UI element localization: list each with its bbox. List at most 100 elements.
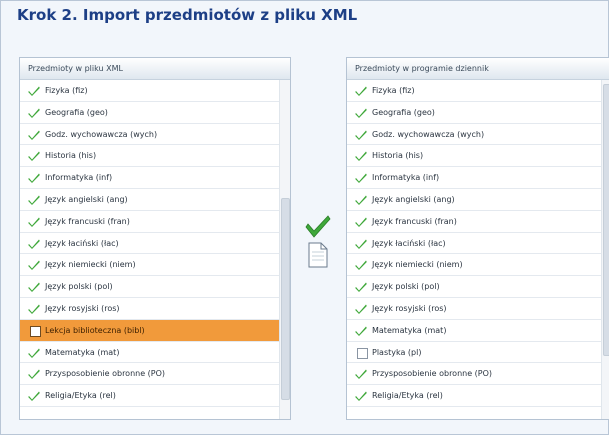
unchecked-box-icon[interactable]	[30, 325, 41, 337]
subject-list-item[interactable]: Przysposobienie obronne (PO)	[20, 363, 290, 386]
checkmark-icon	[355, 130, 367, 140]
subject-list-item[interactable]: Historia (his)	[20, 145, 290, 168]
checkmark-icon	[28, 348, 40, 358]
subject-label: Godz. wychowawcza (wych)	[45, 129, 158, 139]
subject-label: Przysposobienie obronne (PO)	[45, 369, 166, 379]
subject-list-item[interactable]: Język francuski (fran)	[347, 211, 609, 233]
checkmark-icon	[355, 369, 367, 380]
subject-list-item[interactable]: Godz. wychowawcza (wych)	[347, 124, 609, 146]
checkmark-icon	[355, 217, 367, 227]
subject-label: Matematyka (mat)	[372, 325, 447, 335]
import-dialog: Krok 2. Import przedmiotów z pliku XML P…	[0, 0, 609, 435]
subject-list-item[interactable]: Język łaciński (łac)	[20, 233, 290, 255]
checkmark-icon	[305, 215, 331, 238]
checkmark-icon	[28, 130, 40, 140]
subject-label: Informatyka (inf)	[45, 173, 113, 183]
subject-label: Fizyka (fiz)	[45, 86, 88, 95]
subject-label: Lekcja biblioteczna (bibl)	[45, 325, 145, 335]
subject-label: Język łaciński (łac)	[372, 238, 446, 248]
subject-list-item[interactable]: Język polski (pol)	[347, 276, 609, 298]
program-subjects-panel: Przedmioty w programie dziennik Fizyka (…	[346, 57, 609, 420]
subject-list-item[interactable]: Religia/Etyka (rel)	[347, 385, 609, 407]
subject-list-item[interactable]: Język łaciński (łac)	[347, 233, 609, 255]
subject-label: Informatyka (inf)	[372, 173, 440, 183]
step-title: Krok 2. Import przedmiotów z pliku XML	[17, 6, 358, 24]
xml-subjects-header: Przedmioty w pliku XML	[20, 58, 290, 80]
unchecked-box-icon[interactable]	[357, 347, 368, 359]
subject-label: Przysposobienie obronne (PO)	[372, 369, 493, 379]
checkmark-icon	[28, 217, 40, 227]
subject-label: Język francuski (fran)	[372, 216, 457, 226]
subject-list-item[interactable]: Geografia (geo)	[20, 102, 290, 124]
program-subjects-scrollbar[interactable]	[601, 80, 609, 419]
subject-label: Fizyka (fiz)	[372, 86, 415, 95]
checkmark-icon	[28, 282, 40, 293]
checkmark-icon	[355, 391, 367, 402]
subject-list-item[interactable]: Religia/Etyka (rel)	[20, 385, 290, 407]
program-subjects-header: Przedmioty w programie dziennik	[347, 58, 609, 80]
checkmark-icon	[28, 391, 40, 402]
checkmark-icon	[355, 282, 367, 293]
subject-label: Język angielski (ang)	[45, 194, 128, 204]
scrollbar-thumb[interactable]	[603, 84, 609, 356]
checkmark-icon	[355, 326, 367, 336]
subject-label: Godz. wychowawcza (wych)	[372, 129, 485, 139]
program-subjects-list: Fizyka (fiz) Geografia (geo) Godz. wychowa…	[347, 80, 609, 407]
subject-label: Język polski (pol)	[45, 282, 113, 292]
subject-list-item[interactable]: Język rosyjski (ros)	[20, 298, 290, 320]
subject-list-item[interactable]: Matematyka (mat)	[20, 342, 290, 364]
subject-label: Geografia (geo)	[372, 107, 435, 117]
match-indicator	[303, 212, 333, 272]
subject-label: Język łaciński (łac)	[45, 238, 119, 248]
checkmark-icon	[355, 108, 367, 118]
xml-subjects-panel: Przedmioty w pliku XML Fizyka (fiz) Geogr…	[19, 57, 291, 420]
subject-label: Historia (his)	[372, 151, 424, 161]
subject-list-item[interactable]: Język polski (pol)	[20, 276, 290, 298]
subject-list-item[interactable]: Język francuski (fran)	[20, 211, 290, 233]
subject-list-item[interactable]: Historia (his)	[347, 145, 609, 168]
subject-label: Język niemiecki (niem)	[45, 260, 136, 270]
xml-subjects-list: Fizyka (fiz) Geografia (geo) Godz. wychowa…	[20, 80, 290, 407]
checkmark-icon	[28, 304, 40, 314]
subject-label: Plastyka (pl)	[372, 347, 422, 357]
checkmark-icon	[28, 151, 40, 162]
subject-label: Język francuski (fran)	[45, 216, 130, 226]
checkmark-icon	[28, 173, 40, 184]
subject-list-item[interactable]: Język niemiecki (niem)	[347, 254, 609, 277]
subject-list-item[interactable]: Lekcja biblioteczna (bibl)	[20, 319, 290, 342]
subject-list-item[interactable]: Plastyka (pl)	[347, 342, 609, 364]
subject-label: Język rosyjski (ros)	[372, 303, 447, 313]
subject-list-item[interactable]: Język angielski (ang)	[347, 189, 609, 211]
subject-label: Matematyka (mat)	[45, 347, 120, 357]
checkmark-icon	[355, 304, 367, 314]
checkmark-icon	[28, 260, 40, 271]
subject-list-item[interactable]: Matematyka (mat)	[347, 320, 609, 342]
checkmark-icon	[355, 195, 367, 205]
checkmark-icon	[28, 369, 40, 380]
subject-list-item[interactable]: Informatyka (inf)	[347, 167, 609, 189]
checkmark-icon	[28, 108, 40, 118]
scrollbar-thumb[interactable]	[281, 198, 290, 400]
document-icon	[308, 242, 328, 268]
subject-list-item[interactable]: Przysposobienie obronne (PO)	[347, 363, 609, 386]
subject-list-item[interactable]: Fizyka (fiz)	[20, 80, 290, 102]
subject-label: Religia/Etyka (rel)	[372, 391, 443, 401]
subject-list-item[interactable]: Godz. wychowawcza (wych)	[20, 124, 290, 146]
subject-list-item[interactable]: Geografia (geo)	[347, 102, 609, 124]
checkmark-icon	[28, 195, 40, 205]
subject-list-item[interactable]: Język rosyjski (ros)	[347, 298, 609, 320]
subject-label: Język rosyjski (ros)	[45, 303, 120, 313]
subject-label: Język angielski (ang)	[372, 194, 455, 204]
subject-list-item[interactable]: Informatyka (inf)	[20, 167, 290, 189]
subject-list-item[interactable]: Język angielski (ang)	[20, 189, 290, 211]
xml-subjects-scrollbar[interactable]	[279, 80, 290, 419]
checkmark-icon	[28, 239, 40, 249]
checkmark-icon	[355, 260, 367, 271]
checkmark-icon	[355, 151, 367, 162]
subject-list-item[interactable]: Język niemiecki (niem)	[20, 254, 290, 277]
subject-list-item[interactable]: Fizyka (fiz)	[347, 80, 609, 102]
subject-label: Geografia (geo)	[45, 107, 108, 117]
checkmark-icon	[355, 86, 367, 96]
subject-label: Religia/Etyka (rel)	[45, 391, 116, 401]
subject-label: Język niemiecki (niem)	[372, 260, 463, 270]
